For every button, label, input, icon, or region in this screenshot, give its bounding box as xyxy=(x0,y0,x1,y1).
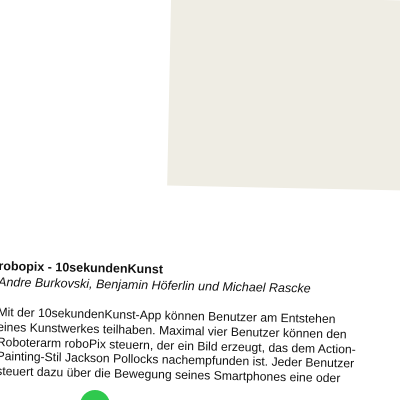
article-text: robopix - 10sekundenKunst Andre Burkovsk… xyxy=(0,258,399,387)
artwork-canvas-image xyxy=(167,0,400,191)
article-description: Mit der 10sekundenKunst-App können Benut… xyxy=(0,305,398,387)
tilted-photo-content: robopix - 10sekundenKunst Andre Burkovsk… xyxy=(0,0,400,400)
page: robopix - 10sekundenKunst Andre Burkovsk… xyxy=(0,0,400,400)
